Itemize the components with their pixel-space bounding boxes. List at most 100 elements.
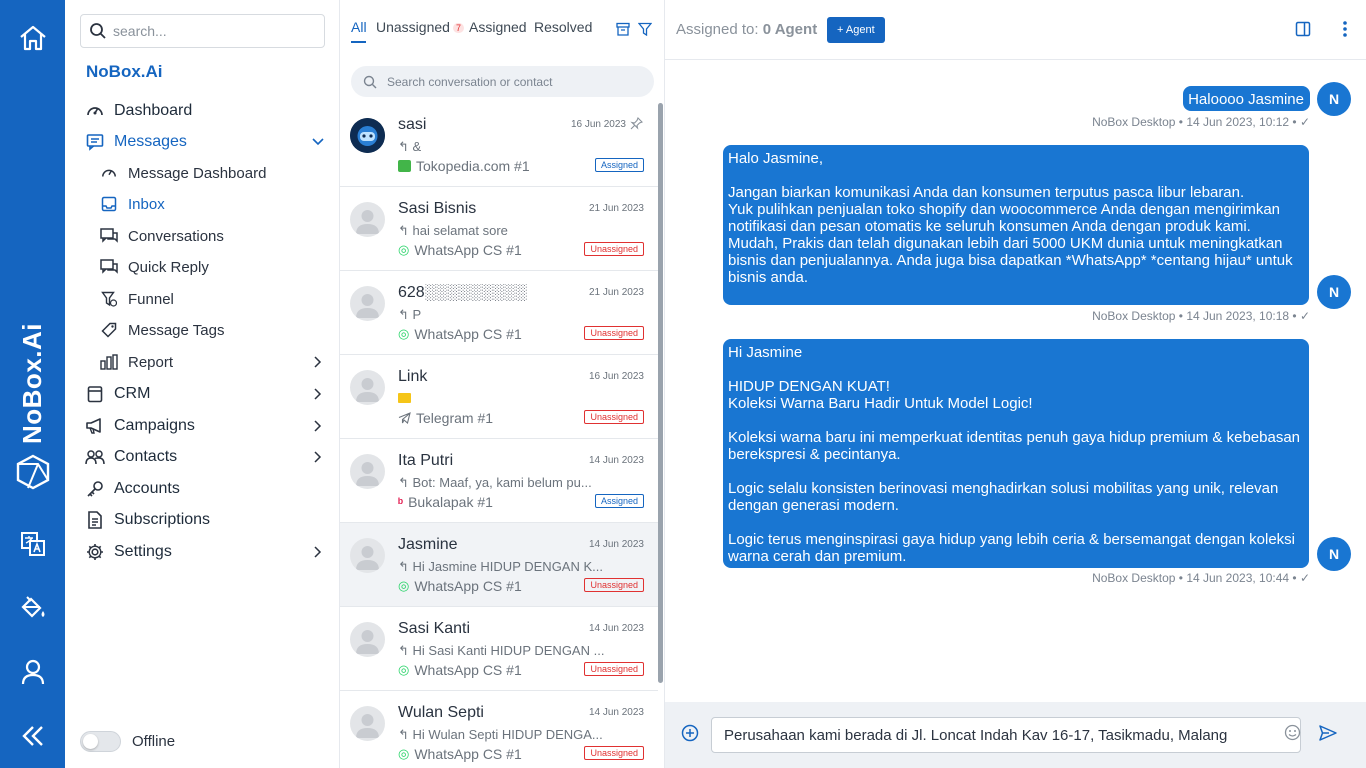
nav-report[interactable]: Report <box>99 349 173 375</box>
assigned-to: Assigned to: 0 Agent <box>676 21 817 38</box>
avatar <box>350 370 385 405</box>
add-agent-button[interactable]: + Agent <box>827 17 885 43</box>
nav-message-dashboard[interactable]: Message Dashboard <box>99 160 266 186</box>
archive-icon[interactable] <box>616 22 630 41</box>
panel-toggle-icon[interactable] <box>1295 21 1311 42</box>
unassigned-count-badge: 7 <box>452 23 464 34</box>
telegram-icon <box>398 412 411 424</box>
nav-settings[interactable]: Settings <box>85 539 172 565</box>
conversation-row[interactable]: Link 16 Jun 2023 Telegram #1 Unassigned <box>340 355 658 439</box>
nav-campaigns[interactable]: Campaigns <box>85 413 195 439</box>
avatar <box>350 202 385 237</box>
channel-label: WhatsApp CS #1 <box>414 326 522 342</box>
tab-assigned[interactable]: Assigned <box>469 19 527 35</box>
nav-message-dashboard-label: Message Dashboard <box>128 164 267 182</box>
key-icon <box>85 479 105 499</box>
whatsapp-icon: ◎ <box>398 242 410 257</box>
conversation-row[interactable]: Ita Putri 14 Jun 2023 ↰ Bot: Maaf, ya, k… <box>340 439 658 523</box>
chevron-right-icon[interactable] <box>311 419 325 433</box>
conversation-search[interactable] <box>351 66 654 97</box>
message-input[interactable] <box>711 717 1301 753</box>
nav-message-tags[interactable]: Message Tags <box>99 317 224 343</box>
bot-avatar <box>350 118 385 153</box>
conversation-preview-text: Hi Wulan Septi HIDUP DENGA... <box>412 727 603 742</box>
nav-settings-label: Settings <box>114 543 172 560</box>
status-label: Offline <box>132 733 176 750</box>
composer <box>665 702 1366 768</box>
channel-label: Tokopedia.com #1 <box>416 158 530 174</box>
whatsapp-icon: ◎ <box>398 662 410 677</box>
chevron-right-icon[interactable] <box>311 355 325 369</box>
conversation-date: 21 Jun 2023 <box>588 203 644 214</box>
nav-inbox[interactable]: Inbox <box>99 191 165 217</box>
channel-label: Telegram #1 <box>416 410 494 426</box>
chevron-down-icon[interactable] <box>311 135 325 149</box>
nav-messages[interactable]: Messages <box>85 129 187 155</box>
nav-funnel[interactable]: Funnel <box>99 286 174 312</box>
list-scrollbar[interactable] <box>658 103 663 683</box>
contact-name: Ita Putri <box>398 452 454 469</box>
chevron-right-icon[interactable] <box>311 387 325 401</box>
sidebar-search[interactable] <box>80 14 325 48</box>
conversation-row[interactable]: Jasmine 14 Jun 2023 ↰ Hi Jasmine HIDUP D… <box>340 523 658 607</box>
more-vertical-icon[interactable] <box>1342 20 1348 43</box>
conversation-preview-text: hai selamat sore <box>412 223 508 238</box>
nav-crm[interactable]: CRM <box>85 381 150 407</box>
assigned-value: 0 Agent <box>762 21 818 38</box>
send-icon[interactable] <box>1319 725 1337 746</box>
reply-icon: ↰ <box>398 307 413 322</box>
status-badge: Unassigned <box>584 662 644 676</box>
nav-message-tags-label: Message Tags <box>128 321 225 339</box>
app-rail: NoBox.Ai <box>0 0 65 768</box>
chevron-right-icon[interactable] <box>311 545 325 559</box>
search-icon <box>363 75 377 88</box>
nav-dashboard[interactable]: Dashboard <box>85 98 192 124</box>
filter-icon[interactable] <box>637 22 653 41</box>
contact-name: Sasi Kanti <box>398 620 471 637</box>
add-attachment-icon[interactable] <box>681 724 699 747</box>
channel: ◎ WhatsApp CS #1 <box>398 746 522 762</box>
conversation-row[interactable]: Sasi Bisnis 21 Jun 2023 ↰ hai selamat so… <box>340 187 658 271</box>
nav-accounts[interactable]: Accounts <box>85 476 180 502</box>
tab-resolved[interactable]: Resolved <box>534 19 592 35</box>
emoji-icon[interactable] <box>1284 724 1301 746</box>
user-icon[interactable] <box>0 657 65 687</box>
collapse-icon[interactable] <box>0 722 65 750</box>
nav-subscriptions[interactable]: Subscriptions <box>85 507 210 533</box>
tab-all[interactable]: All <box>351 19 367 35</box>
sidebar-search-input[interactable] <box>113 23 313 39</box>
status-badge: Assigned <box>594 158 644 172</box>
channel-label: WhatsApp CS #1 <box>414 746 522 762</box>
reply-icon: ↰ <box>398 643 413 658</box>
nav-quick-reply[interactable]: Quick Reply <box>99 254 209 280</box>
conversation-preview: ↰ Hi Wulan Septi HIDUP DENGA... <box>398 727 613 743</box>
assigned-label: Assigned to: <box>676 21 759 38</box>
message-meta: NoBox Desktop • 14 Jun 2023, 10:44 • ✓ <box>1092 571 1310 585</box>
contact-name: Jasmine <box>398 536 458 553</box>
message-bubble: Haloooo Jasmine <box>1183 86 1310 111</box>
paint-bucket-icon[interactable] <box>0 593 65 623</box>
chevron-right-icon[interactable] <box>311 450 325 464</box>
conversation-preview: ↰ P <box>398 307 613 323</box>
conversation-row[interactable]: 628░░░░░░░░░ 21 Jun 2023 ↰ P ◎ WhatsApp C… <box>340 271 658 355</box>
reply-icon: ↰ <box>398 139 413 154</box>
conversation-date: 16 Jun 2023 <box>588 371 644 382</box>
conversation-date: 14 Jun 2023 <box>588 455 644 466</box>
translate-icon[interactable] <box>0 530 65 558</box>
conversation-search-input[interactable] <box>387 74 637 89</box>
online-status: Offline <box>80 731 175 752</box>
conversation-preview-text: Hi Jasmine HIDUP DENGAN K... <box>412 559 603 574</box>
conversation-row[interactable]: Sasi Kanti 14 Jun 2023 ↰ Hi Sasi Kanti H… <box>340 607 658 691</box>
nav-contacts[interactable]: Contacts <box>85 444 177 470</box>
pin-icon[interactable] <box>630 117 643 135</box>
home-icon[interactable] <box>0 22 65 54</box>
conversation-row[interactable]: sasi 16 Jun 2023 ↰ & Tokopedia.com #1 As… <box>340 103 658 187</box>
contact-name: Sasi Bisnis <box>398 200 477 217</box>
message-bubble: Halo Jasmine, Jangan biarkan komunikasi … <box>723 145 1309 305</box>
conversation-row[interactable]: Wulan Septi 14 Jun 2023 ↰ Hi Wulan Septi… <box>340 691 658 768</box>
nav-contacts-label: Contacts <box>114 448 178 465</box>
online-toggle[interactable] <box>80 731 121 752</box>
nav-conversations[interactable]: Conversations <box>99 223 224 249</box>
tab-unassigned[interactable]: Unassigned 7 <box>376 19 464 35</box>
conversation-date: 14 Jun 2023 <box>588 707 644 718</box>
